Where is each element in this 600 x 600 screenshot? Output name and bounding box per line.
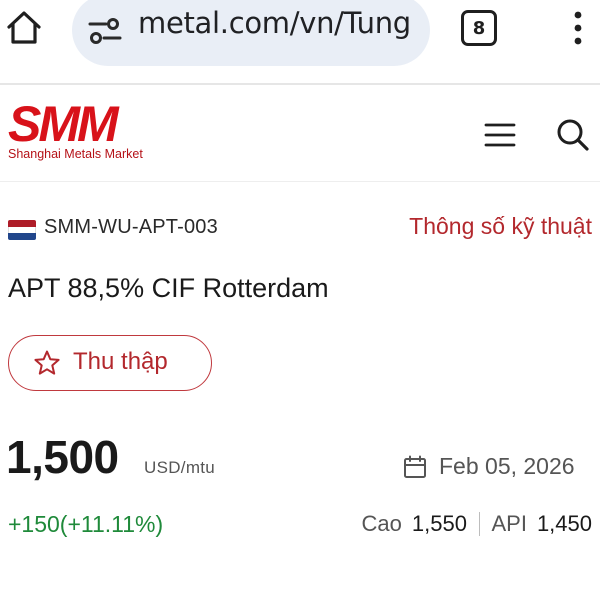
specifications-link[interactable]: Thông số kỹ thuật <box>409 213 592 240</box>
search-button[interactable] <box>556 118 590 152</box>
collect-label: Thu thập <box>73 348 168 375</box>
flag-stripe-blue <box>8 233 36 240</box>
flag-stripe-white <box>8 226 36 234</box>
smm-logo[interactable]: SMM Shanghai Metals Market <box>8 96 148 164</box>
product-title: APT 88,5% CIF Rotterdam <box>8 273 329 303</box>
price-value: 1,500 <box>6 431 119 483</box>
api-label: API <box>491 511 527 536</box>
overflow-menu-button[interactable] <box>570 10 586 46</box>
flag-stripe-red <box>8 220 36 227</box>
tab-count: 8 <box>472 17 486 39</box>
kebab-menu-icon <box>574 11 582 45</box>
high-value: 1,550 <box>411 511 467 536</box>
high-label: Cao <box>361 511 402 536</box>
home-button[interactable] <box>4 8 44 48</box>
logo-subtitle: Shanghai Metals Market <box>8 147 143 161</box>
tab-switcher-button[interactable]: 8 <box>461 10 497 46</box>
tune-icon[interactable] <box>88 16 122 46</box>
collect-button[interactable]: Thu thập <box>8 335 212 391</box>
netherlands-flag-icon <box>8 220 36 240</box>
star-icon <box>34 350 60 375</box>
toolbar-divider <box>0 83 600 85</box>
api-value: 1,450 <box>536 511 592 536</box>
hamburger-icon <box>484 123 516 147</box>
address-bar[interactable]: metal.com/vn/Tung <box>72 0 430 66</box>
browser-toolbar: metal.com/vn/Tung 8 <box>0 0 600 85</box>
price-unit: USD/mtu <box>144 458 216 477</box>
search-icon <box>557 119 589 151</box>
calendar-icon <box>404 455 426 478</box>
home-icon <box>7 11 41 44</box>
product-code: SMM-WU-APT-003 <box>44 216 218 238</box>
site-header: SMM Shanghai Metals Market <box>0 86 600 182</box>
url-text[interactable]: metal.com/vn/Tung <box>138 6 411 40</box>
price-stats: Cao 1,550 API 1,450 <box>362 511 592 537</box>
price-change: +150(+11.11%) <box>8 511 164 537</box>
stat-divider <box>478 512 481 536</box>
price-date: Feb 05, 2026 <box>439 453 575 479</box>
menu-button[interactable] <box>484 122 516 148</box>
logo-mark: SMM <box>8 96 119 152</box>
